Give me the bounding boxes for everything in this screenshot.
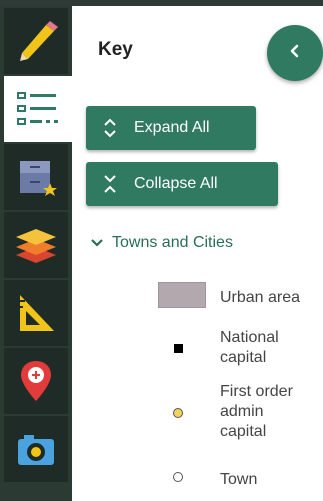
- rail-item-measure[interactable]: [4, 280, 68, 346]
- expand-icon: [100, 117, 120, 139]
- rail-item-key[interactable]: [4, 76, 72, 142]
- legend-item-national-capital: National capital: [72, 328, 323, 372]
- urban-area-swatch: [158, 282, 206, 308]
- measure-ruler-icon: [12, 289, 60, 337]
- saved-items-icon: [12, 153, 60, 201]
- legend-label-national-capital: National capital: [220, 329, 279, 366]
- chevron-down-icon: [90, 238, 104, 248]
- legend-item-first-order-admin-capital: First order admin capital: [72, 382, 323, 446]
- section-towns-and-cities[interactable]: Towns and Cities: [90, 234, 233, 252]
- panel-title: Key: [98, 39, 133, 60]
- rail-item-layers[interactable]: [4, 212, 68, 278]
- section-label: Towns and Cities: [112, 234, 233, 251]
- legend-label-first-order-admin-capital: First order admin capital: [220, 383, 293, 440]
- camera-icon: [12, 425, 60, 473]
- collapse-all-button[interactable]: Collapse All: [86, 162, 278, 206]
- rail-item-draw[interactable]: [4, 8, 68, 74]
- legend-item-urban-area: Urban area: [72, 280, 323, 312]
- expand-all-label: Expand All: [134, 119, 210, 136]
- expand-all-button[interactable]: Expand All: [86, 106, 256, 150]
- rail-item-location[interactable]: [4, 348, 68, 414]
- tool-rail: [0, 6, 72, 501]
- chevron-left-icon: [287, 43, 303, 64]
- legend-label-urban-area: Urban area: [220, 289, 301, 306]
- rail-item-saved[interactable]: [4, 144, 68, 210]
- close-panel-button[interactable]: [267, 25, 323, 81]
- collapse-icon: [100, 173, 120, 195]
- town-dot-icon: [173, 472, 183, 482]
- layers-icon: [12, 221, 60, 269]
- rail-item-camera[interactable]: [4, 416, 68, 482]
- pencil-icon: [12, 17, 60, 65]
- key-panel: Key Expand All Collapse All Towns and Ci…: [72, 6, 323, 501]
- legend-item-town: Town: [72, 468, 323, 492]
- location-pin-icon: [12, 357, 60, 405]
- collapse-all-label: Collapse All: [134, 175, 218, 192]
- legend-list-icon: [14, 89, 62, 129]
- national-capital-square-icon: [174, 344, 183, 353]
- admin-capital-dot-icon: [173, 408, 183, 418]
- legend-label-town: Town: [220, 471, 258, 488]
